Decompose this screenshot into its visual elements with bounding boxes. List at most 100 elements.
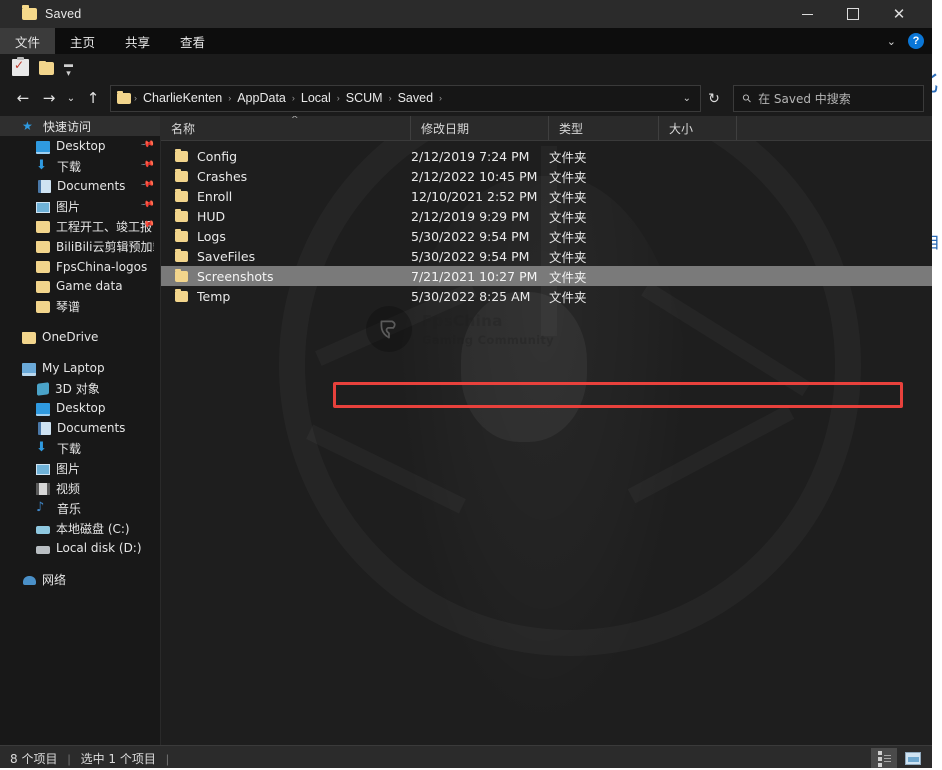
table-row[interactable]: Crashes2/12/2022 10:45 PM文件夹 — [161, 166, 932, 186]
file-list-pane[interactable]: FpsChina Gaming Community 名称 ^ 修改日期 类型 — [161, 116, 932, 745]
search-icon: ⚲ — [740, 91, 755, 106]
pin-icon[interactable]: 📌 — [140, 138, 155, 153]
table-row[interactable]: Logs5/30/2022 9:54 PM文件夹 — [161, 226, 932, 246]
sidebar-item-[interactable]: ⬇ 下载 — [0, 438, 160, 458]
sidebar-item-label: BiliBili云剪辑预加载 — [56, 238, 154, 255]
table-row[interactable]: Screenshots7/21/2021 10:27 PM文件夹 — [161, 266, 932, 286]
sidebar-item-[interactable]: ♪音乐 — [0, 498, 160, 518]
sidebar-item-fpschina-logos[interactable]: FpsChina-logos（ — [0, 256, 160, 276]
breadcrumb-appdata[interactable]: AppData — [232, 91, 291, 105]
pin-icon[interactable]: 📌 — [140, 158, 155, 173]
pin-icon[interactable]: 📌 — [140, 198, 155, 213]
sidebar-item-3d[interactable]: 3D 对象 — [0, 378, 160, 398]
table-row[interactable]: SaveFiles5/30/2022 9:54 PM文件夹 — [161, 246, 932, 266]
chevron-down-icon[interactable]: ⌄ — [887, 35, 896, 48]
tab-share[interactable]: 共享 — [110, 28, 165, 54]
onedrive-icon — [22, 332, 36, 344]
download-icon: ⬇ — [36, 159, 51, 173]
sidebar-item-desktop[interactable]: Desktop — [0, 398, 160, 418]
minimize-button[interactable] — [784, 0, 830, 28]
pc-icon — [22, 363, 36, 376]
sidebar-item-label: 工程开工、竣工报 — [56, 218, 152, 235]
sidebar-item-[interactable]: 视频 — [0, 478, 160, 498]
status-bar: 8 个项目 | 选中 1 个项目 | — [0, 745, 932, 768]
watermark-subtitle: Gaming Community — [422, 333, 554, 347]
breadcrumb-charliekenten[interactable]: CharlieKenten — [138, 91, 227, 105]
sort-ascending-icon: ^ — [291, 116, 299, 125]
table-row[interactable]: Temp5/30/2022 8:25 AM文件夹 — [161, 286, 932, 306]
maximize-button[interactable] — [830, 0, 876, 28]
sidebar-item-local-disk-d[interactable]: Local disk (D:) — [0, 538, 160, 558]
large-icons-view-button[interactable] — [900, 748, 926, 768]
download-icon: ⬇ — [36, 441, 51, 455]
address-bar[interactable]: › CharlieKenten › AppData › Local › SCUM… — [110, 85, 701, 112]
tab-file[interactable]: 文件 — [0, 28, 55, 54]
sidebar-item-[interactable]: ★快速访问 — [0, 116, 160, 136]
recent-locations-button[interactable]: ⌄ — [62, 85, 80, 111]
sidebar-item-[interactable]: 图片📌 — [0, 196, 160, 216]
column-header-type[interactable]: 类型 — [549, 116, 659, 140]
sidebar-item-my-laptop[interactable]: My Laptop — [0, 358, 160, 378]
table-row[interactable]: Enroll12/10/2021 2:52 PM文件夹 — [161, 186, 932, 206]
details-view-button[interactable] — [871, 748, 897, 768]
column-header-size[interactable]: 大小 — [659, 116, 737, 140]
sidebar-item-label: 下载 — [57, 440, 81, 457]
cell-date: 2/12/2022 10:45 PM — [411, 169, 549, 184]
cell-name: Temp — [197, 289, 411, 304]
breadcrumb-local[interactable]: Local — [296, 91, 336, 105]
cell-type: 文件夹 — [549, 287, 659, 306]
3d-objects-icon — [37, 382, 49, 396]
close-button[interactable]: ✕ — [876, 0, 922, 28]
sidebar-item-[interactable]: ⬇下载📌 — [0, 156, 160, 176]
column-header-name[interactable]: 名称 ^ — [161, 116, 411, 140]
chevron-down-icon[interactable]: ⌄ — [674, 93, 700, 104]
sidebar-item-bilibili[interactable]: BiliBili云剪辑预加载 — [0, 236, 160, 256]
tab-home[interactable]: 主页 — [55, 28, 110, 54]
tab-view[interactable]: 查看 — [165, 28, 220, 54]
cell-date: 2/12/2019 9:29 PM — [411, 209, 549, 224]
sidebar-item-onedrive[interactable]: OneDrive — [0, 327, 160, 347]
cell-type: 文件夹 — [549, 207, 659, 226]
sidebar-item-desktop[interactable]: Desktop 📌 — [0, 136, 160, 156]
sidebar-item-[interactable]: 网络 — [0, 569, 160, 589]
refresh-button[interactable]: ↻ — [701, 90, 727, 107]
table-row[interactable]: HUD2/12/2019 9:29 PM文件夹 — [161, 206, 932, 226]
column-header-date[interactable]: 修改日期 — [411, 116, 549, 140]
status-divider-2: | — [166, 752, 169, 766]
up-button[interactable]: ↑ — [80, 85, 106, 111]
sidebar-item-label: 快速访问 — [43, 118, 91, 135]
breadcrumb-scum[interactable]: SCUM — [341, 91, 388, 105]
cell-date: 5/30/2022 9:54 PM — [411, 229, 549, 244]
table-row[interactable]: Config2/12/2019 7:24 PM文件夹 — [161, 146, 932, 166]
sidebar-item-[interactable]: 工程开工、竣工报📌 — [0, 216, 160, 236]
properties-icon[interactable] — [12, 59, 29, 76]
sidebar-item-label: 琴谱 — [56, 298, 80, 315]
cell-name: Enroll — [197, 189, 411, 204]
cell-type: 文件夹 — [549, 167, 659, 186]
back-button[interactable]: ← — [10, 85, 36, 111]
sidebar-item-label: 音乐 — [57, 500, 81, 517]
cell-date: 7/21/2021 10:27 PM — [411, 269, 549, 284]
sidebar-item-label: Desktop — [56, 139, 106, 153]
new-folder-icon[interactable] — [39, 62, 54, 75]
folder-icon — [175, 151, 188, 162]
help-icon[interactable]: ? — [908, 33, 924, 49]
breadcrumb-saved[interactable]: Saved — [393, 91, 438, 105]
sidebar-item-c[interactable]: 本地磁盘 (C:) — [0, 518, 160, 538]
sidebar-item-[interactable]: 琴谱 — [0, 296, 160, 316]
search-box[interactable]: ⚲ 在 Saved 中搜索 — [733, 85, 924, 112]
cell-type: 文件夹 — [549, 267, 659, 286]
pin-icon[interactable]: 📌 — [140, 178, 155, 193]
cell-name: Screenshots — [197, 269, 411, 284]
sidebar-item-[interactable]: 图片 — [0, 458, 160, 478]
sidebar-item-documents[interactable]: Documents📌 — [0, 176, 160, 196]
forward-button[interactable]: → — [36, 85, 62, 111]
sidebar-item-game-data[interactable]: Game data — [0, 276, 160, 296]
sidebar-item-label: Desktop — [56, 401, 106, 415]
navigation-pane[interactable]: ★快速访问Desktop📌⬇下载📌Documents📌图片📌工程开工、竣工报📌B… — [0, 116, 161, 745]
customize-toolbar-icon[interactable]: ▬▾ — [64, 60, 73, 76]
sidebar-item-documents[interactable]: Documents — [0, 418, 160, 438]
desktop-icon — [36, 141, 50, 154]
cell-type: 文件夹 — [549, 147, 659, 166]
search-input[interactable]: 在 Saved 中搜索 — [758, 90, 851, 107]
